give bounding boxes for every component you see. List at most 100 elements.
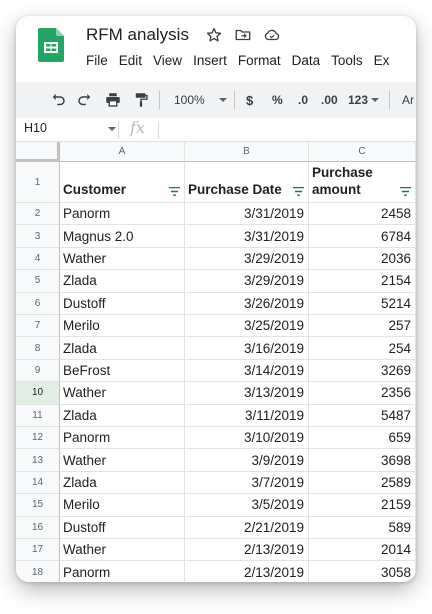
cell-customer[interactable]: Panorm	[60, 203, 185, 226]
row-number[interactable]: 8	[16, 337, 60, 360]
select-all-corner[interactable]	[16, 142, 60, 162]
cell-purchase-date[interactable]: 2/21/2019	[185, 516, 309, 539]
cell-customer[interactable]: Wather	[60, 449, 185, 472]
cell-customer[interactable]: Dustoff	[60, 292, 185, 315]
cell-purchase-amount[interactable]: 5487	[309, 404, 416, 427]
print-icon[interactable]	[104, 90, 122, 110]
cell-customer[interactable]: Zlada	[60, 270, 185, 293]
header-purchase-date[interactable]: Purchase Date	[185, 162, 309, 203]
cell-purchase-amount[interactable]: 2154	[309, 270, 416, 293]
cell-purchase-date[interactable]: 2/13/2019	[185, 539, 309, 562]
chevron-down-icon[interactable]	[108, 127, 116, 131]
cell-purchase-amount[interactable]: 2014	[309, 539, 416, 562]
percent-format-button[interactable]: %	[272, 90, 283, 110]
cell-purchase-amount[interactable]: 257	[309, 315, 416, 338]
cell-purchase-date[interactable]: 3/31/2019	[185, 203, 309, 226]
increase-decimals-button[interactable]: .00	[321, 90, 338, 110]
column-header-c[interactable]: C	[309, 142, 416, 162]
row-number[interactable]: 16	[16, 516, 60, 539]
filter-icon[interactable]	[400, 187, 411, 196]
currency-format-button[interactable]: $	[246, 90, 253, 110]
menu-format[interactable]: Format	[238, 53, 281, 68]
row-number[interactable]: 13	[16, 449, 60, 472]
row-number[interactable]: 2	[16, 203, 60, 226]
redo-icon[interactable]	[76, 90, 94, 110]
cell-purchase-date[interactable]: 3/10/2019	[185, 427, 309, 450]
cell-purchase-date[interactable]: 3/5/2019	[185, 494, 309, 517]
row-number[interactable]: 11	[16, 404, 60, 427]
cell-purchase-date[interactable]: 3/25/2019	[185, 315, 309, 338]
cell-purchase-amount[interactable]: 2159	[309, 494, 416, 517]
cell-customer[interactable]: Panorm	[60, 561, 185, 582]
menu-view[interactable]: View	[153, 53, 182, 68]
cell-purchase-date[interactable]: 3/29/2019	[185, 270, 309, 293]
cell-customer[interactable]: Wather	[60, 539, 185, 562]
filter-icon[interactable]	[169, 187, 180, 196]
cell-purchase-amount[interactable]: 254	[309, 337, 416, 360]
cell-customer[interactable]: Panorm	[60, 427, 185, 450]
cell-purchase-amount[interactable]: 3058	[309, 561, 416, 582]
cell-purchase-amount[interactable]: 2589	[309, 471, 416, 495]
cell-purchase-date[interactable]: 3/31/2019	[185, 225, 309, 248]
cell-purchase-amount[interactable]: 2356	[309, 382, 416, 405]
cell-purchase-amount[interactable]: 2458	[309, 203, 416, 226]
cell-purchase-date[interactable]: 3/7/2019	[185, 471, 309, 495]
document-title[interactable]: RFM analysis	[86, 25, 189, 45]
cell-purchase-date[interactable]: 3/26/2019	[185, 292, 309, 315]
row-number[interactable]: 3	[16, 225, 60, 248]
font-select[interactable]: Ar	[402, 90, 414, 110]
cell-purchase-date[interactable]: 3/13/2019	[185, 382, 309, 405]
row-number[interactable]: 17	[16, 539, 60, 562]
cell-customer[interactable]: Merilo	[60, 315, 185, 338]
column-header-a[interactable]: A	[60, 142, 185, 162]
menu-tools[interactable]: Tools	[331, 53, 363, 68]
header-purchase-amount[interactable]: Purchase amount	[309, 162, 416, 203]
row-number[interactable]: 18	[16, 561, 60, 582]
cell-purchase-amount[interactable]: 3698	[309, 449, 416, 472]
column-header-b[interactable]: B	[185, 142, 309, 162]
menu-data[interactable]: Data	[292, 53, 321, 68]
cell-customer[interactable]: Zlada	[60, 471, 185, 495]
row-number[interactable]: 1	[16, 162, 60, 203]
undo-icon[interactable]	[49, 90, 67, 110]
cell-purchase-date[interactable]: 3/9/2019	[185, 449, 309, 472]
cloud-status-icon[interactable]	[263, 26, 281, 44]
sheets-logo-icon[interactable]	[38, 28, 64, 62]
name-box[interactable]: H10	[24, 121, 47, 135]
row-number[interactable]: 9	[16, 359, 60, 383]
cell-purchase-amount[interactable]: 6784	[309, 225, 416, 248]
more-formats-button[interactable]: 123	[348, 90, 380, 110]
cell-purchase-amount[interactable]: 659	[309, 427, 416, 450]
cell-customer[interactable]: Dustoff	[60, 516, 185, 539]
menu-insert[interactable]: Insert	[193, 53, 227, 68]
cell-purchase-amount[interactable]: 2036	[309, 247, 416, 271]
row-number[interactable]: 5	[16, 270, 60, 293]
decrease-decimals-button[interactable]: .0	[298, 90, 308, 110]
cell-customer[interactable]: Zlada	[60, 404, 185, 427]
cell-customer[interactable]: BeFrost	[60, 359, 185, 383]
row-number[interactable]: 7	[16, 315, 60, 338]
cell-customer[interactable]: Wather	[60, 382, 185, 405]
cell-customer[interactable]: Magnus 2.0	[60, 225, 185, 248]
menu-extensions[interactable]: Ex	[374, 53, 390, 68]
filter-icon[interactable]	[293, 187, 304, 196]
cell-customer[interactable]: Wather	[60, 247, 185, 271]
row-number[interactable]: 4	[16, 247, 60, 271]
menu-file[interactable]: File	[86, 53, 108, 68]
zoom-select[interactable]: 100%	[174, 90, 227, 110]
row-number[interactable]: 12	[16, 427, 60, 450]
cell-purchase-amount[interactable]: 5214	[309, 292, 416, 315]
cell-purchase-date[interactable]: 3/14/2019	[185, 359, 309, 383]
move-to-folder-icon[interactable]	[234, 26, 252, 44]
row-number[interactable]: 14	[16, 471, 60, 495]
cell-purchase-amount[interactable]: 589	[309, 516, 416, 539]
cell-customer[interactable]: Merilo	[60, 494, 185, 517]
header-customer[interactable]: Customer	[60, 162, 185, 203]
cell-purchase-date[interactable]: 3/16/2019	[185, 337, 309, 360]
cell-purchase-date[interactable]: 2/13/2019	[185, 561, 309, 582]
cell-customer[interactable]: Zlada	[60, 337, 185, 360]
row-number[interactable]: 6	[16, 292, 60, 315]
row-number[interactable]: 15	[16, 494, 60, 517]
cell-purchase-date[interactable]: 3/11/2019	[185, 404, 309, 427]
row-number[interactable]: 10	[16, 382, 60, 405]
